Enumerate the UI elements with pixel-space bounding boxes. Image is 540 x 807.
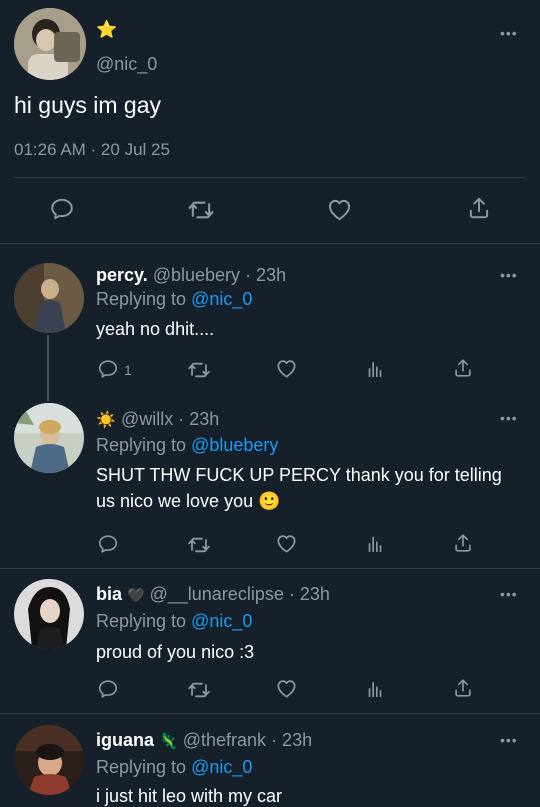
reply-time[interactable]: · 23h [271,730,312,750]
replying-to: Replying to @nic_0 [96,289,252,310]
reply-icon[interactable] [97,533,119,555]
reply-text: yeah no dhit.... [96,319,215,339]
views-icon[interactable] [364,358,386,380]
reply-count: 1 [124,362,132,378]
replying-to: Replying to @nic_0 [96,611,252,632]
like-icon[interactable] [275,357,298,380]
display-name[interactable]: iguana [96,730,154,750]
divider [14,177,526,178]
views-icon[interactable] [364,678,386,700]
avatar[interactable] [14,403,84,473]
divider [0,568,540,569]
avatar[interactable] [14,263,84,333]
verified-star-icon: ⭐ [96,20,118,39]
reply-text: us nico we love you 🙂 [96,491,281,511]
user-handle[interactable]: @__lunareclipse [149,584,283,604]
like-icon[interactable] [275,677,298,700]
reply-time[interactable]: · 23h [178,409,219,429]
retweet-icon[interactable] [187,533,211,557]
avatar[interactable] [14,725,84,795]
more-options-icon[interactable]: ••• [500,411,518,425]
replying-to-handle[interactable]: @nic_0 [191,757,252,777]
reply-header: iguana 🦎 @thefrank · 23h [96,730,312,751]
reply-icon[interactable] [49,196,75,222]
lizard-emoji-icon: 🦎 [159,733,178,750]
reply-header: ☀️ @willx · 23h [96,409,219,430]
replying-to-handle[interactable]: @bluebery [191,435,278,455]
replying-to-handle[interactable]: @nic_0 [191,611,252,631]
heart-emoji-icon: 🖤 [127,587,145,603]
display-name[interactable]: percy. [96,265,148,285]
reply-header: bia 🖤 @__lunareclipse · 23h [96,584,330,605]
share-icon[interactable] [452,532,474,554]
retweet-icon[interactable] [187,358,211,382]
more-options-icon[interactable]: ••• [500,26,518,40]
display-name[interactable]: ☀️ [96,412,116,429]
reply-time[interactable]: · 23h [289,584,330,604]
display-name[interactable]: bia [96,584,122,604]
tweet-timestamp[interactable]: 01:26 AM · 20 Jul 25 [14,140,170,160]
divider [0,243,540,244]
replying-to: Replying to @nic_0 [96,757,252,778]
share-icon[interactable] [466,195,492,221]
reply-text: SHUT THW FUCK UP PERCY thank you for tel… [96,465,502,485]
reply-time[interactable]: · 23h [245,265,286,285]
replying-to: Replying to @bluebery [96,435,278,456]
share-icon[interactable] [452,677,474,699]
thread-line [47,335,49,401]
user-handle[interactable]: @bluebery [153,265,240,285]
replying-to-label: Replying to [96,757,187,777]
replying-to-handle[interactable]: @nic_0 [191,289,252,309]
like-icon[interactable] [275,532,298,555]
user-handle[interactable]: @thefrank [183,730,266,750]
replying-to-label: Replying to [96,435,187,455]
retweet-icon[interactable] [187,678,211,702]
tweet-text: hi guys im gay [14,92,162,118]
more-options-icon[interactable]: ••• [500,268,518,282]
user-handle[interactable]: @willx [121,409,173,429]
divider [0,713,540,714]
share-icon[interactable] [452,357,474,379]
reply-icon[interactable] [97,358,119,380]
like-icon[interactable] [326,196,353,223]
reply-icon[interactable] [97,678,119,700]
replying-to-label: Replying to [96,289,187,309]
reply-text: proud of you nico :3 [96,642,255,662]
more-options-icon[interactable]: ••• [500,733,518,747]
reply-text: i just hit leo with my car [96,786,283,806]
replying-to-label: Replying to [96,611,187,631]
reply-header: percy. @bluebery · 23h [96,265,286,286]
more-options-icon[interactable]: ••• [500,587,518,601]
views-icon[interactable] [364,533,386,555]
avatar[interactable] [14,8,86,80]
retweet-icon[interactable] [187,196,215,224]
author-handle[interactable]: @nic_0 [96,54,157,75]
avatar[interactable] [14,579,84,649]
